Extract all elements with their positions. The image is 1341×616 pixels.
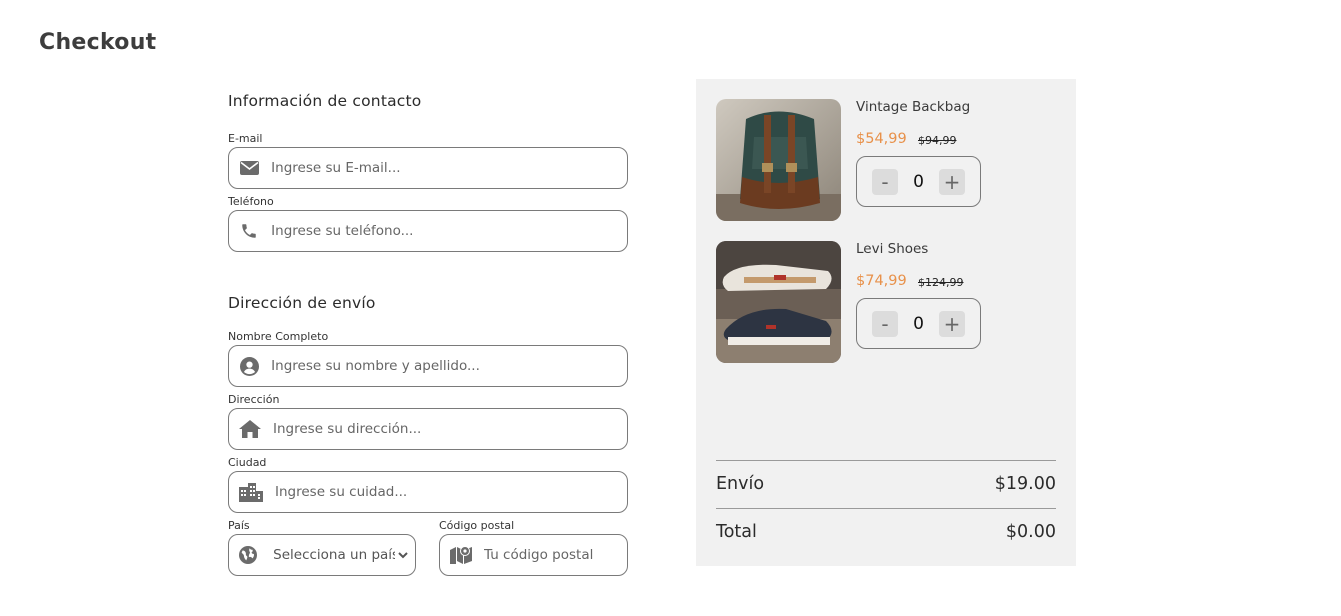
phone-input[interactable] <box>271 223 627 239</box>
order-summary: Vintage Backbag $54,99 $94,99 - 0 + Levi… <box>696 79 1076 566</box>
cart-item: Levi Shoes $74,99 $124,99 - 0 + <box>716 241 1056 365</box>
phone-icon <box>239 220 259 242</box>
cart-item: Vintage Backbag $54,99 $94,99 - 0 + <box>716 99 1056 223</box>
address-label: Dirección <box>228 393 280 406</box>
email-field[interactable] <box>228 147 628 189</box>
fullname-input[interactable] <box>271 358 627 374</box>
fullname-label: Nombre Completo <box>228 330 329 343</box>
city-label: Ciudad <box>228 456 267 469</box>
city-field[interactable] <box>228 471 628 513</box>
product-price: $54,99 <box>856 131 907 147</box>
divider <box>716 460 1056 461</box>
decrease-button[interactable]: - <box>872 168 898 195</box>
fullname-field[interactable] <box>228 345 628 387</box>
quantity-stepper: - 0 + <box>856 156 981 207</box>
page-title: Checkout <box>39 30 157 55</box>
map-pin-icon <box>450 544 472 566</box>
shipping-label: Envío <box>716 474 765 494</box>
phone-label: Teléfono <box>228 195 274 208</box>
postal-field[interactable] <box>439 534 628 576</box>
phone-field[interactable] <box>228 210 628 252</box>
globe-icon <box>239 544 258 566</box>
address-input[interactable] <box>273 421 627 437</box>
home-icon <box>239 418 261 440</box>
city-icon <box>239 481 263 503</box>
postal-label: Código postal <box>439 519 515 532</box>
quantity-stepper: - 0 + <box>856 298 981 349</box>
product-price: $74,99 <box>856 273 907 289</box>
city-input[interactable] <box>275 484 627 500</box>
country-select[interactable]: Selecciona un país <box>269 546 411 564</box>
product-image-backpack <box>716 99 841 221</box>
envelope-icon <box>239 157 259 179</box>
product-image-shoes <box>716 241 841 363</box>
quantity-value: 0 <box>913 313 924 334</box>
decrease-button[interactable]: - <box>872 310 898 337</box>
quantity-value: 0 <box>913 171 924 192</box>
product-old-price: $124,99 <box>918 276 964 289</box>
contact-section-title: Información de contacto <box>228 92 422 110</box>
shipping-section-title: Dirección de envío <box>228 294 376 312</box>
product-old-price: $94,99 <box>918 134 957 147</box>
address-field[interactable] <box>228 408 628 450</box>
divider <box>716 508 1056 509</box>
product-name: Vintage Backbag <box>856 99 971 115</box>
increase-button[interactable]: + <box>938 310 965 337</box>
user-circle-icon <box>239 355 259 377</box>
country-field[interactable]: Selecciona un país <box>228 534 416 576</box>
checkout-form: Información de contacto E-mail Teléfono … <box>228 92 628 576</box>
total-value: $0.00 <box>1005 522 1056 542</box>
increase-button[interactable]: + <box>938 168 965 195</box>
postal-input[interactable] <box>484 547 627 563</box>
total-label: Total <box>716 522 757 542</box>
product-name: Levi Shoes <box>856 241 929 257</box>
email-input[interactable] <box>271 160 627 176</box>
email-label: E-mail <box>228 132 263 145</box>
shipping-value: $19.00 <box>994 474 1056 494</box>
country-label: País <box>228 519 250 532</box>
